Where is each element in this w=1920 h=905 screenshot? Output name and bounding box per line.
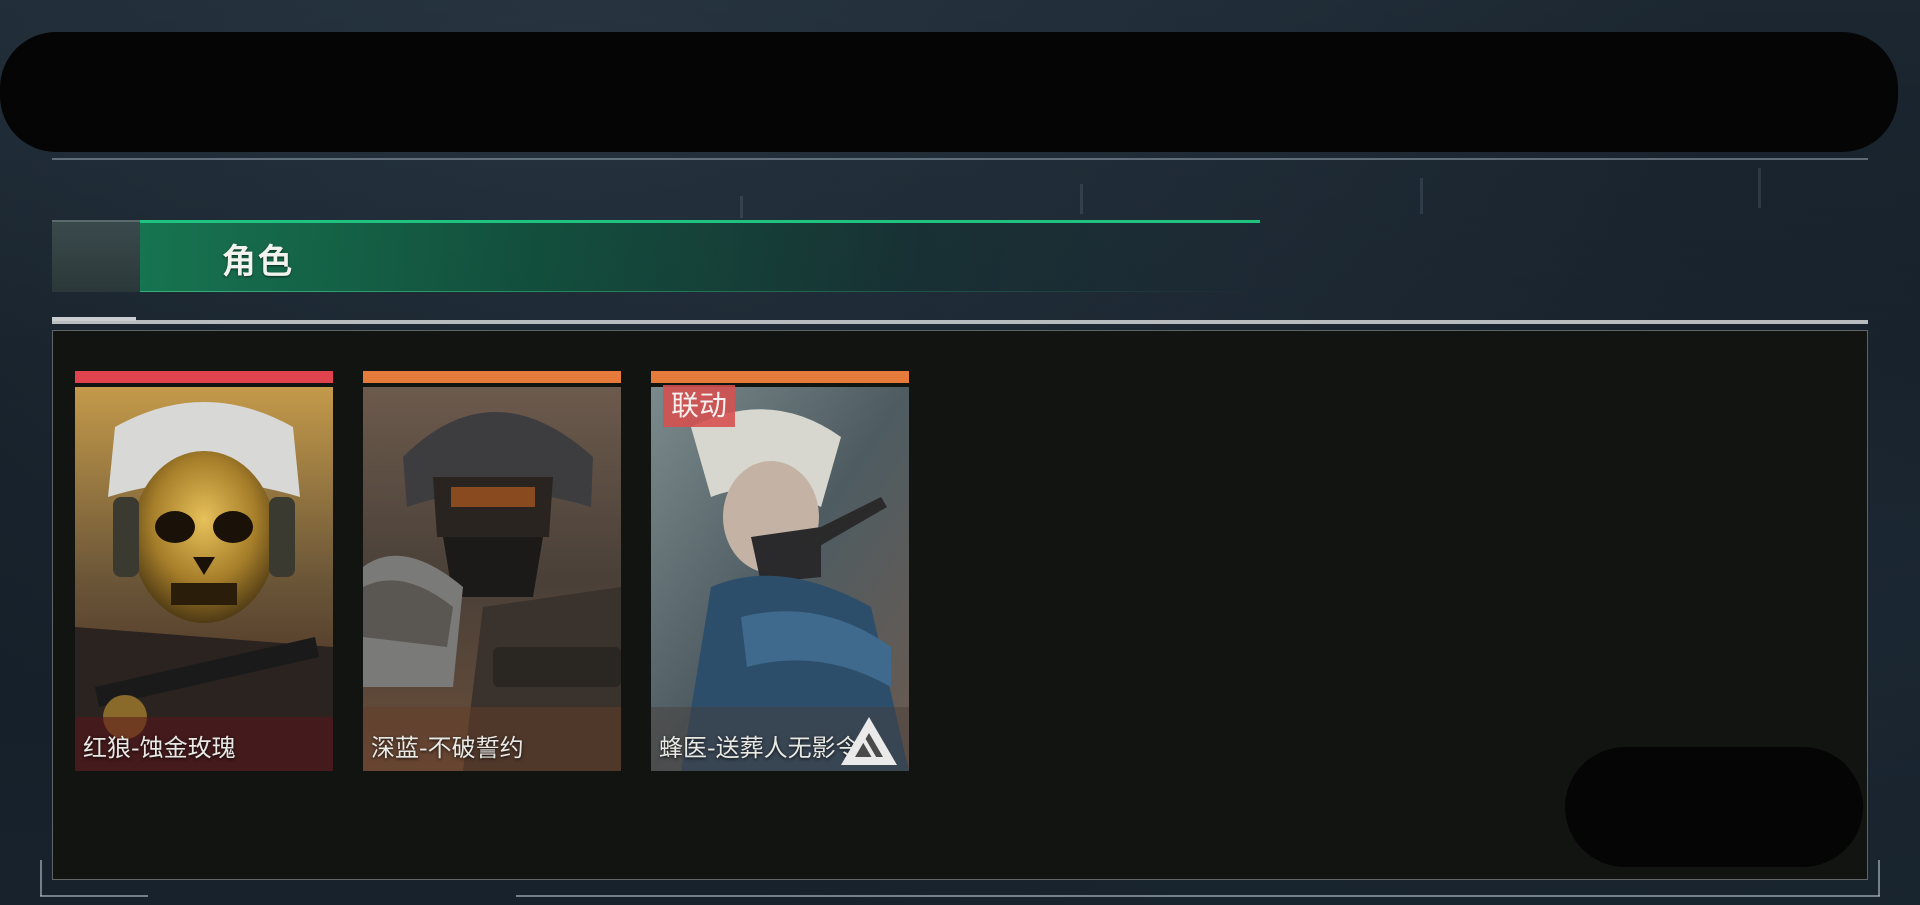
frame-bottom-right (516, 895, 1880, 897)
armored-helmet-operator-art (363, 387, 621, 771)
gold-skull-operator-art (75, 387, 333, 771)
rarity-bar (75, 371, 333, 383)
section-header-stub (52, 220, 140, 292)
character-card-deep-blue[interactable]: 深蓝-不破誓约 (363, 371, 621, 771)
redacted-corner-block (1565, 747, 1863, 867)
character-name: 红狼-蚀金玫瑰 (83, 734, 236, 762)
background-streak (1758, 168, 1761, 208)
rarity-bar (651, 371, 909, 383)
background-streak (1080, 184, 1083, 214)
collab-badge: 联动 (663, 385, 736, 427)
collab-logo-icon (841, 717, 897, 765)
white-haired-operator-portrait (651, 387, 909, 771)
character-grid-panel: 红狼-蚀金玫瑰 深蓝-不破誓约 联动 蜂医-送葬人无影令 (52, 330, 1868, 880)
character-name: 深蓝-不破誓约 (371, 734, 524, 762)
frame-corner-right (1878, 860, 1880, 896)
header-divider (52, 158, 1868, 160)
gold-skull-operator-portrait (75, 387, 333, 771)
frame-bottom-left (40, 895, 148, 897)
panel-top-rule (52, 320, 1868, 324)
character-name: 蜂医-送葬人无影令 (659, 734, 860, 762)
character-card-red-wolf[interactable]: 红狼-蚀金玫瑰 (75, 371, 333, 771)
background-streak (740, 196, 743, 218)
redacted-header-block (0, 32, 1898, 152)
frame-corner-left (40, 860, 42, 896)
white-haired-operator-art (651, 387, 909, 771)
section-header-bar (140, 220, 1260, 292)
section-header: 角色 (52, 220, 1868, 292)
page: 角色 红狼-蚀金玫瑰 深蓝-不破誓约 联动 蜂医-送葬人无影令 (0, 0, 1920, 905)
section-title: 角色 (222, 242, 294, 282)
background-streak (1420, 178, 1423, 214)
rarity-bar (363, 371, 621, 383)
character-card-bee-doctor[interactable]: 联动 蜂医-送葬人无影令 (651, 371, 909, 771)
armored-helmet-operator-portrait (363, 387, 621, 771)
panel-top-rule-accent (52, 317, 136, 321)
